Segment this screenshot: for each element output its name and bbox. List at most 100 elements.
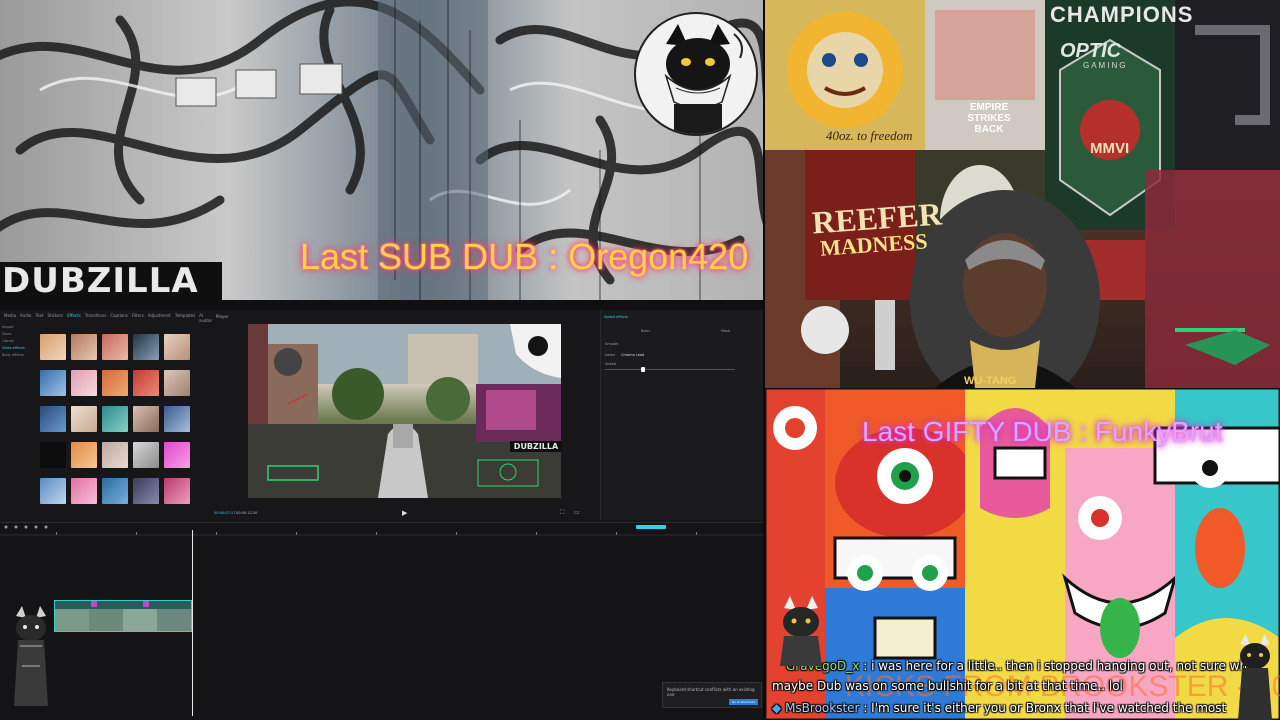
sidebar-item-body-effects[interactable]: Body effects xyxy=(2,352,38,359)
editor-tabs: Media Audio Text Stickers Effects Transi… xyxy=(0,310,212,324)
tab-templates[interactable]: Templates xyxy=(175,313,195,321)
effect-thumbnail[interactable] xyxy=(164,442,190,468)
effect-thumbnail[interactable] xyxy=(164,334,190,360)
effect-thumbnail[interactable] xyxy=(164,370,190,396)
go-to-shortcuts-button[interactable]: Go to shortcuts xyxy=(728,699,758,705)
chat-message: ◆ MsBrookster : I'm sure it's either you… xyxy=(772,701,1226,715)
chat-message: maybe Dub was on some bullshit for a bit… xyxy=(772,679,1123,693)
shirt-text: WU-TANG xyxy=(964,375,1017,387)
cat-mascot-icon xyxy=(780,596,822,666)
editor-menubar xyxy=(0,300,763,310)
cat-mascot-left xyxy=(772,596,830,666)
effect-thumbnail[interactable] xyxy=(40,370,66,396)
tab-text[interactable]: Text xyxy=(35,313,43,321)
preview-brand-label: DUBZILLA xyxy=(510,441,562,452)
moderator-badge-icon: ◆ xyxy=(772,701,782,715)
effect-thumbnail[interactable] xyxy=(102,334,128,360)
tab-effects[interactable]: Effects xyxy=(67,313,81,321)
effect-thumbnail[interactable] xyxy=(40,406,66,432)
last-sub-dub-label: Last SUB DUB : Oregon420 xyxy=(300,236,749,277)
tab-captions[interactable]: Captions xyxy=(110,313,128,321)
poster-champions-text: CHAMPIONS xyxy=(1050,2,1194,27)
webcam-feed xyxy=(765,0,1280,388)
game-frame xyxy=(248,324,561,498)
tab-adjustment[interactable]: Adjustment xyxy=(148,313,171,321)
speed-label: Speed xyxy=(605,362,616,366)
editor-sidebar: Import Yours Library Video effects Body … xyxy=(2,324,38,514)
cat-mascot xyxy=(8,606,54,716)
effect-thumbnail[interactable] xyxy=(133,406,159,432)
effect-thumbnail[interactable] xyxy=(133,370,159,396)
cat-mascot-icon xyxy=(1238,634,1272,720)
speed-slider[interactable] xyxy=(605,369,735,370)
effect-thumbnail[interactable] xyxy=(133,442,159,468)
tab-ai-avatar[interactable]: AI avatar xyxy=(199,313,212,323)
poster-optic-sub-text: GAMING xyxy=(1083,61,1128,70)
speed-slider-handle[interactable] xyxy=(641,367,645,372)
effect-thumbnail[interactable] xyxy=(102,370,128,396)
chat-text: maybe Dub was on some bullshit for a bit… xyxy=(772,679,1123,693)
tab-media[interactable]: Media xyxy=(4,313,16,321)
fullscreen-icon[interactable]: ⛶ xyxy=(560,509,564,517)
graffiti-panel: DUBZILLA Last SUB DUB : Oregon420 xyxy=(0,0,763,300)
tab-transitions[interactable]: Transitions xyxy=(85,313,106,321)
sidebar-item-video-effects[interactable]: Video effects xyxy=(2,345,38,352)
effect-thumbnail[interactable] xyxy=(71,334,97,360)
stream-screen: DUBZILLA Last SUB DUB : Oregon420 CHAMPI… xyxy=(0,0,1280,720)
toast-message: Keyboard shortcut conflicts with an exis… xyxy=(667,687,755,697)
chat-separator: : xyxy=(863,701,872,715)
effect-thumbnail[interactable] xyxy=(71,406,97,432)
effect-thumbnail[interactable] xyxy=(133,334,159,360)
chat-separator: : xyxy=(863,659,872,673)
timecode-current: 00:00:07:17 xyxy=(214,511,236,515)
timecode-total: 00:00:12:20 xyxy=(236,511,258,515)
effect-thumbnail[interactable] xyxy=(102,406,128,432)
sidebar-item-import[interactable]: Import xyxy=(2,324,38,331)
shortcut-conflict-toast: Keyboard shortcut conflicts with an exis… xyxy=(662,682,762,708)
tab-mask[interactable]: Mask xyxy=(721,329,730,333)
play-icon[interactable]: ▶ xyxy=(402,509,407,517)
timeline-playhead[interactable] xyxy=(192,530,193,716)
last-gifty-dub-label: Last GIFTY DUB : FunkyBrut xyxy=(862,416,1223,447)
inspector-title: Speed effects xyxy=(604,315,628,319)
effect-thumbnail[interactable] xyxy=(133,478,159,504)
timeline-clip[interactable] xyxy=(54,600,192,632)
cat-mascot-right xyxy=(1232,634,1278,720)
effect-thumbnail[interactable] xyxy=(71,370,97,396)
tab-audio[interactable]: Audio xyxy=(20,313,31,321)
poster-optic-text: OPTIC xyxy=(1060,40,1122,62)
effect-thumbnail[interactable] xyxy=(164,406,190,432)
tab-filters[interactable]: Filters xyxy=(132,313,144,321)
effect-thumbnail[interactable] xyxy=(40,334,66,360)
tab-stickers[interactable]: Stickers xyxy=(47,313,63,321)
player-controls: 00:00:07:17 00:00:12:20 ▶ ⛶ ▭ xyxy=(212,508,598,518)
cat-icon xyxy=(664,24,743,134)
poster-mmvi-text: MMVI xyxy=(1090,140,1130,157)
chat-text: I'm sure it's either you or Bronx that I… xyxy=(871,701,1227,715)
effect-thumbnail[interactable] xyxy=(71,442,97,468)
clip-thumbnails xyxy=(55,601,191,631)
chat-username: MsBrookster xyxy=(785,701,860,715)
sidebar-item-yours[interactable]: Yours xyxy=(2,331,38,338)
name-label: Name xyxy=(605,353,616,357)
channel-brand: DUBZILLA xyxy=(0,262,222,300)
poster-empire-text: EMPIRE STRIKES BACK xyxy=(967,102,1011,135)
tab-basic[interactable]: Basic xyxy=(641,329,650,333)
effect-thumbnail[interactable] xyxy=(102,478,128,504)
player-label: Player xyxy=(216,314,229,319)
sidebar-item-library[interactable]: Library xyxy=(2,338,38,345)
webcam-scene xyxy=(765,0,1280,388)
effect-thumbnail[interactable] xyxy=(40,478,66,504)
chat-message: GravegoD_x : i was here for a little.. t… xyxy=(786,659,1260,673)
effect-thumbnail[interactable] xyxy=(102,442,128,468)
cat-bandit-logo xyxy=(634,12,758,136)
effect-thumbnail[interactable] xyxy=(164,478,190,504)
cat-mascot-icon xyxy=(14,606,48,706)
effect-thumbnail[interactable] xyxy=(40,442,66,468)
video-preview[interactable] xyxy=(248,324,561,498)
ratio-icon[interactable]: ▭ xyxy=(574,509,580,516)
effects-grid xyxy=(40,334,192,520)
effect-thumbnail[interactable] xyxy=(71,478,97,504)
poster-oz-text: 40oz. to freedom xyxy=(826,128,913,143)
name-value: Chroma Lead xyxy=(621,353,645,357)
